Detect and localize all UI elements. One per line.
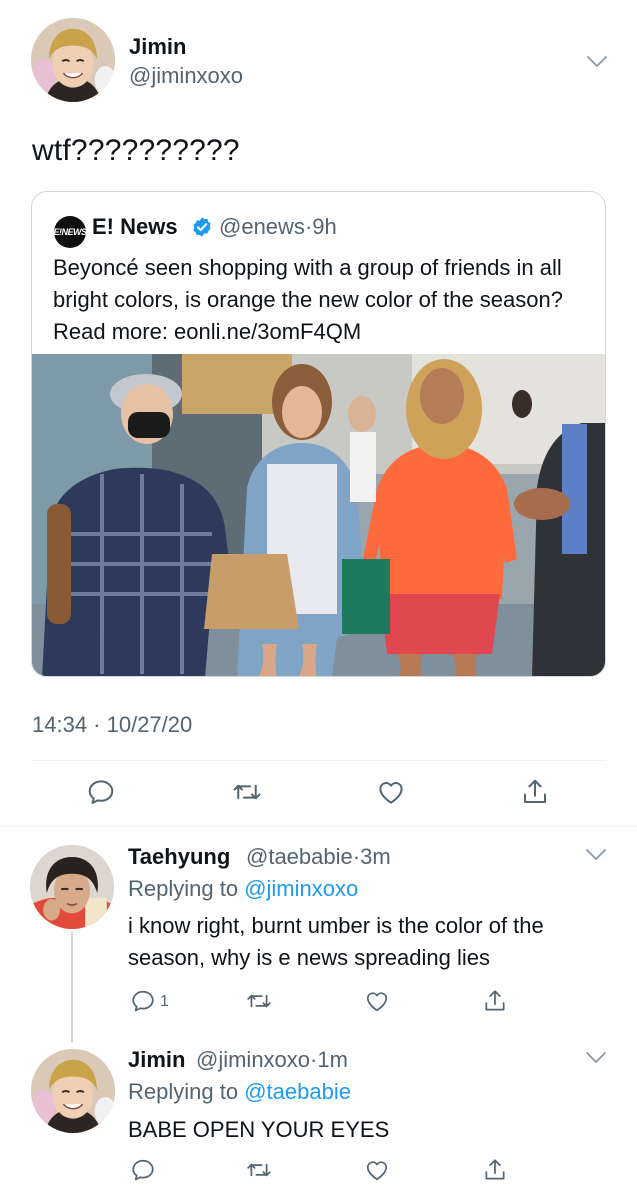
divider: [31, 760, 606, 761]
avatar-jimin[interactable]: [31, 18, 115, 102]
share-button[interactable]: [478, 984, 512, 1018]
author-name[interactable]: Jimin: [129, 34, 186, 60]
chevron-down-icon[interactable]: [585, 848, 607, 862]
quoted-author-name: E! News: [92, 214, 178, 239]
chevron-down-icon[interactable]: [586, 55, 608, 69]
quoted-tweet-text: Beyoncé seen shopping with a group of fr…: [53, 255, 563, 344]
replying-to-link[interactable]: @taebabie: [244, 1079, 351, 1104]
verified-badge-icon: [191, 216, 213, 238]
quoted-author-handle: @enews: [219, 214, 305, 239]
share-button[interactable]: [518, 775, 552, 809]
tweet-timestamp: 14:34 · 10/27/20: [32, 712, 193, 737]
reply-meta: @taebabie·3m: [246, 844, 391, 870]
reply-icon: [86, 777, 116, 807]
reply-time: 1m: [317, 1047, 348, 1072]
reply-text: i know right, burnt umber is the color o…: [128, 913, 544, 970]
retweet-icon: [246, 1157, 272, 1183]
reply-author-handle[interactable]: @taebabie: [246, 844, 353, 869]
retweet-button[interactable]: [230, 775, 264, 809]
heart-icon: [376, 777, 406, 807]
replying-to: Replying to @jiminxoxo: [128, 876, 358, 902]
chevron-down-icon[interactable]: [585, 1051, 607, 1065]
replying-to-label: Replying to: [128, 1079, 239, 1104]
reply-text: BABE OPEN YOUR EYES: [128, 1117, 390, 1142]
avatar-taehyung[interactable]: [30, 845, 114, 929]
reply-count: 1: [160, 993, 169, 1010]
reply-time: 3m: [360, 844, 391, 869]
retweet-button[interactable]: [242, 1153, 276, 1187]
retweet-icon: [232, 777, 262, 807]
like-button[interactable]: [360, 984, 394, 1018]
thread-line: [71, 932, 73, 1042]
tweet-text: wtf??????????: [32, 134, 240, 167]
meta-separator: ·: [352, 844, 361, 869]
reply-button[interactable]: [126, 984, 160, 1018]
retweet-button[interactable]: [242, 984, 276, 1018]
author-handle[interactable]: @jiminxoxo: [129, 63, 243, 89]
divider: [0, 826, 637, 827]
reply-author-name[interactable]: Jimin: [128, 1047, 185, 1073]
share-button[interactable]: [478, 1153, 512, 1187]
enews-logo-text: E!NEWS: [53, 227, 88, 237]
quoted-tweet-photo[interactable]: [32, 354, 605, 676]
heart-icon: [364, 988, 390, 1014]
quoted-time: 9h: [312, 214, 337, 239]
avatar-jimin[interactable]: [31, 1049, 115, 1133]
replying-to-link[interactable]: @jiminxoxo: [244, 876, 358, 901]
reply-button[interactable]: [84, 775, 118, 809]
reply-icon: [130, 1157, 156, 1183]
share-icon: [520, 777, 550, 807]
quoted-tweet[interactable]: E!NEWS E! News @enews·9h Beyoncé seen sh…: [31, 191, 606, 677]
share-icon: [482, 1157, 508, 1183]
replying-to: Replying to @taebabie: [128, 1079, 351, 1105]
replying-to-label: Replying to: [128, 876, 239, 901]
reply-meta: @jiminxoxo·1m: [196, 1047, 348, 1073]
retweet-icon: [246, 988, 272, 1014]
like-button[interactable]: [374, 775, 408, 809]
reply-button[interactable]: [126, 1153, 160, 1187]
quoted-meta: @enews·9h: [219, 214, 337, 240]
reply-author-handle[interactable]: @jiminxoxo: [196, 1047, 310, 1072]
share-icon: [482, 988, 508, 1014]
like-button[interactable]: [360, 1153, 394, 1187]
reply-icon: [130, 988, 156, 1014]
heart-icon: [364, 1157, 390, 1183]
reply-author-name[interactable]: Taehyung: [128, 844, 230, 870]
enews-logo: E!NEWS: [53, 216, 88, 248]
